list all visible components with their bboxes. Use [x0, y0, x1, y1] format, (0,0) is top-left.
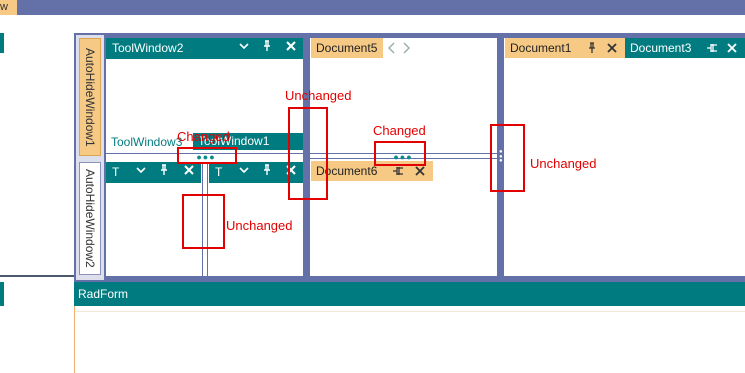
toolwindow2-title: ToolWindow2: [112, 41, 184, 55]
autohide-tab-2[interactable]: AutoHideWindow2: [79, 162, 101, 275]
window-title-fragment: w: [0, 1, 8, 13]
tab-toolwindow3-label: ToolWindow3: [111, 135, 183, 149]
tool-window-bottom-left-header[interactable]: T: [106, 162, 201, 183]
chevron-down-icon[interactable]: [134, 162, 148, 183]
chevron-left-icon[interactable]: [386, 38, 398, 58]
radform-body: [74, 306, 745, 373]
autohide-tab-2-label: AutoHideWindow2: [83, 169, 97, 268]
close-icon[interactable]: [284, 38, 298, 59]
tab-document1[interactable]: Document1: [505, 38, 625, 58]
radform-title-bar[interactable]: RadForm: [74, 282, 745, 306]
pin-icon[interactable]: [260, 162, 274, 183]
toolwindow2-header[interactable]: ToolWindow2: [106, 38, 303, 59]
annotation-unchanged-3: Unchanged: [530, 156, 597, 171]
close-icon[interactable]: [725, 38, 739, 64]
chevron-right-icon[interactable]: [400, 38, 412, 58]
pin-icon[interactable]: [260, 38, 274, 59]
annotation-box-changed-1: [177, 147, 237, 164]
tab-document1-label: Document1: [510, 41, 572, 55]
tool-window-bottom-right-title: T: [215, 165, 223, 179]
tool-window-bottom-left-title: T: [112, 165, 120, 179]
annotation-box-unchanged-3: [490, 124, 525, 192]
annotation-box-unchanged-2: [182, 194, 225, 249]
tab-document5[interactable]: Document5: [311, 38, 383, 58]
left-divider-line: [0, 275, 80, 277]
annotation-box-unchanged-1: [288, 107, 328, 200]
window-title-chip: w: [0, 0, 17, 15]
annotation-changed-2: Changed: [373, 123, 426, 138]
tab-toolwindow3[interactable]: ToolWindow3: [111, 134, 182, 151]
pin-icon[interactable]: [157, 162, 171, 183]
radform-body-line: [75, 311, 745, 312]
close-icon[interactable]: [605, 38, 619, 64]
tab-document3[interactable]: Document3: [625, 38, 745, 58]
left-accent-bar: [0, 33, 4, 53]
annotation-unchanged-1: Unchanged: [285, 88, 352, 103]
window-title-bar: [0, 0, 745, 15]
annotation-box-changed-2: [374, 141, 426, 166]
close-icon[interactable]: [182, 162, 196, 183]
chevron-down-icon[interactable]: [237, 38, 251, 59]
left-accent-bar-bottom: [0, 282, 4, 306]
radform-title: RadForm: [78, 287, 129, 301]
autohide-tab-1-label: AutoHideWindow1: [83, 47, 97, 147]
annotation-changed-1: Changed: [177, 129, 230, 144]
tab-document5-label: Document5: [316, 41, 378, 55]
chevron-down-icon[interactable]: [237, 162, 251, 183]
tab-document3-label: Document3: [630, 41, 692, 55]
annotation-unchanged-2: Unchanged: [226, 218, 293, 233]
unpin-icon[interactable]: [705, 38, 719, 64]
autohide-tab-1[interactable]: AutoHideWindow1: [79, 38, 101, 156]
pin-icon[interactable]: [585, 38, 599, 64]
